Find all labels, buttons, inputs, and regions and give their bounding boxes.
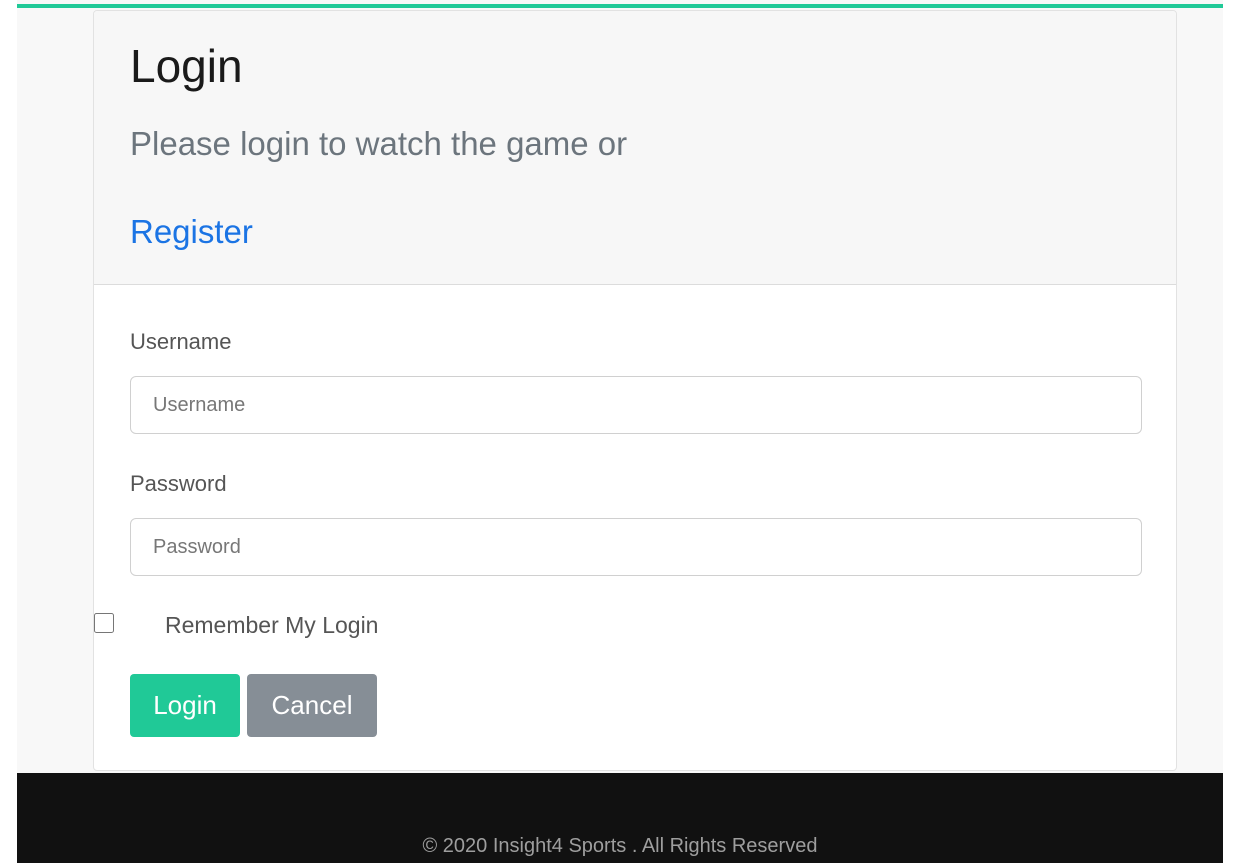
remember-login-label: Remember My Login xyxy=(165,612,379,638)
cancel-button[interactable]: Cancel xyxy=(247,674,377,737)
password-label: Password xyxy=(130,471,227,496)
page: Login Please login to watch the game or … xyxy=(17,0,1223,863)
login-card: Login Please login to watch the game or … xyxy=(93,10,1177,771)
username-label: Username xyxy=(130,329,232,354)
top-accent-bar xyxy=(17,4,1223,8)
login-button[interactable]: Login xyxy=(130,674,240,737)
register-link[interactable]: Register xyxy=(130,212,253,252)
footer-copyright: © 2020 Insight4 Sports . All Rights Rese… xyxy=(422,835,818,857)
username-input[interactable] xyxy=(130,376,1142,434)
footer: © 2020 Insight4 Sports . All Rights Rese… xyxy=(17,773,1223,863)
login-subtitle: Please login to watch the game or xyxy=(130,125,628,162)
password-input[interactable] xyxy=(130,518,1142,576)
remember-login-checkbox[interactable] xyxy=(94,613,114,633)
page-title: Login xyxy=(130,40,243,92)
login-card-header: Login Please login to watch the game or … xyxy=(94,11,1176,285)
